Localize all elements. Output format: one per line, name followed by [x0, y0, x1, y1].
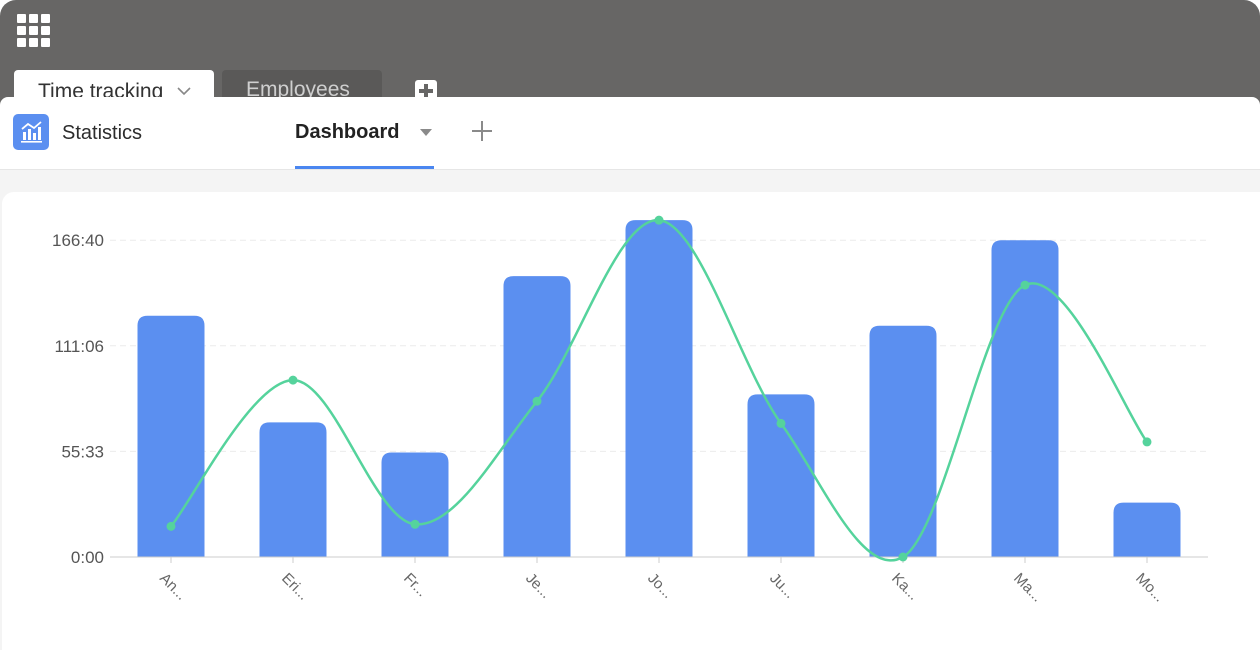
x-tick-label: An...	[156, 570, 190, 604]
caret-down-icon[interactable]	[420, 129, 432, 136]
chart-icon	[13, 114, 49, 150]
line-point	[166, 521, 176, 531]
view-header: Statistics Dashboard	[0, 97, 1260, 170]
y-tick-label: 55:33	[61, 442, 104, 461]
apps-grid-icon[interactable]	[17, 14, 50, 47]
bar-line-chart: 0:00 55:33 111:06 166:40 An... Eri... Fr... Je.…	[52, 215, 1208, 606]
chart-bar	[137, 315, 205, 557]
line-point	[898, 552, 908, 562]
chart-panel: 0:00 55:33 111:06 166:40 An... Eri... Fr... Je.…	[2, 192, 1260, 650]
x-tick-label: Ma...	[1010, 570, 1046, 606]
x-tick-label: Eri...	[278, 570, 312, 604]
x-tick-label: Jo...	[644, 570, 676, 602]
chart-bar	[747, 394, 815, 557]
view-tab-label: Dashboard	[295, 121, 400, 143]
chart-bar	[381, 452, 449, 557]
line-point	[532, 396, 542, 406]
y-tick-label: 166:40	[52, 231, 104, 250]
x-tick-label: Ka...	[888, 570, 922, 604]
line-point	[410, 519, 420, 529]
chart-bar	[1113, 502, 1181, 557]
x-tick-label: Je...	[522, 570, 554, 602]
x-tick-label: Mo...	[1132, 570, 1168, 606]
y-tick-label: 111:06	[55, 337, 104, 356]
line-point	[654, 215, 664, 225]
add-view-button[interactable]	[470, 119, 494, 143]
line-point	[288, 375, 298, 385]
active-tab-indicator	[295, 166, 434, 169]
x-tick-label: Fr...	[400, 570, 430, 600]
chart-bar	[503, 276, 571, 557]
line-point	[776, 418, 786, 428]
line-point	[1142, 437, 1152, 447]
tab-employees[interactable]: Employees	[222, 70, 382, 100]
app-title: Statistics	[62, 122, 143, 144]
top-bar: Time tracking Employees	[0, 0, 1260, 110]
tab-dashboard[interactable]: Dashboard	[295, 97, 435, 169]
tab-time-tracking[interactable]: Time tracking	[14, 70, 214, 100]
chevron-down-icon[interactable]	[177, 70, 191, 100]
x-tick-label: Ju...	[766, 570, 798, 602]
chart-bar	[259, 422, 327, 557]
line-point	[1020, 280, 1030, 290]
chart-bar	[625, 220, 693, 558]
y-tick-label: 0:00	[71, 548, 104, 567]
